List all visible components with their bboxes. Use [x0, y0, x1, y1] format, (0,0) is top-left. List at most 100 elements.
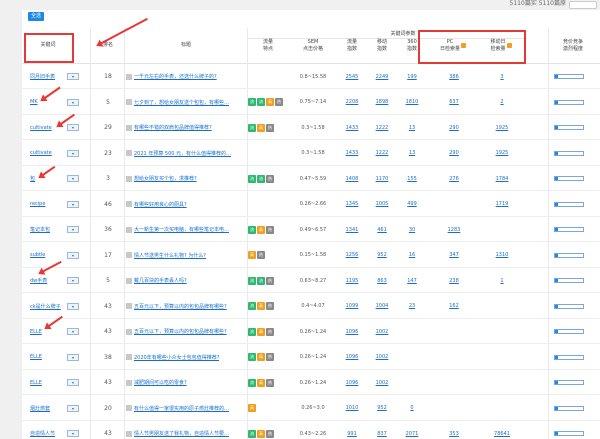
keyword-link[interactable]: ELLE — [30, 370, 72, 395]
feature-tag[interactable]: 流 — [257, 276, 265, 285]
feature-tag[interactable]: 高 — [257, 225, 265, 234]
title-link[interactable]: 2021 年预算 500 元，有什么值得推荐的… — [134, 150, 231, 157]
index-360-link[interactable]: 16 — [398, 243, 426, 268]
feature-tag[interactable]: 热 — [257, 251, 265, 259]
mobile-daily-link[interactable]: 1784 — [488, 166, 516, 191]
mobile-daily-link[interactable]: 2 — [488, 90, 516, 115]
index-360-link[interactable]: 13 — [398, 141, 426, 166]
flow-index-link[interactable]: 1096 — [338, 370, 366, 395]
keyword-action-select[interactable]: ▾ — [67, 200, 79, 208]
feature-tag[interactable]: 高 — [248, 404, 256, 412]
index-360-link[interactable]: 23 — [398, 294, 426, 319]
feature-tag[interactable]: 热 — [266, 174, 274, 183]
feature-tag[interactable]: 高 — [257, 429, 265, 438]
keyword-action-select[interactable]: ▾ — [67, 353, 79, 361]
flow-index-link[interactable]: 2208 — [338, 90, 366, 115]
title-link[interactable]: 戴几百块的手表丢人吗? — [134, 277, 187, 284]
title-link[interactable]: 有什么值得一家很实用的原子燃灶推荐的… — [134, 405, 229, 412]
feature-tag[interactable]: 高 — [257, 327, 265, 336]
mobile-daily-link[interactable] — [488, 345, 516, 370]
feature-tag[interactable]: 高 — [257, 353, 265, 361]
keyword-link[interactable]: recipe — [30, 192, 72, 217]
feature-tag[interactable]: 流 — [248, 378, 256, 387]
pc-daily-link[interactable] — [440, 345, 468, 370]
flow-index-link[interactable]: 1256 — [338, 243, 366, 268]
title-link[interactable]: 大一新生第一次买电脑，有哪些笔记本电… — [134, 226, 229, 233]
index-360-link[interactable]: 155 — [398, 166, 426, 191]
index-360-link[interactable]: 0 — [398, 396, 426, 421]
feature-tag[interactable]: 流 — [248, 353, 256, 361]
keyword-link[interactable]: 自造情人节 — [30, 421, 72, 439]
keyword-action-select[interactable]: ▾ — [67, 430, 79, 437]
title-link[interactable]: 一千元左右的手表，还选什么牌子的? — [134, 73, 217, 80]
index-360-link[interactable]: 13 — [398, 115, 426, 140]
pc-daily-link[interactable]: 637 — [440, 90, 468, 115]
keyword-link[interactable]: subtle — [30, 243, 72, 268]
title-link[interactable]: 2020年有哪些小众女士包包值得推荐? — [134, 354, 219, 361]
feature-tag[interactable]: 热 — [266, 353, 274, 361]
mobile-daily-link[interactable]: 3 — [488, 64, 516, 89]
title-link[interactable]: 五百元以下，预算以内的包包品牌有哪些? — [134, 303, 227, 310]
flow-index-link[interactable]: 1096 — [338, 319, 366, 344]
pc-daily-link[interactable]: 290 — [440, 141, 468, 166]
title-link[interactable]: 情人节男朋友送了我礼物，自造情人节要… — [134, 430, 229, 437]
mobile-index-link[interactable]: 1222 — [368, 141, 396, 166]
mobile-daily-link[interactable] — [488, 319, 516, 344]
flow-index-link[interactable]: 1408 — [338, 166, 366, 191]
feature-tag[interactable]: 高 — [266, 98, 274, 106]
keyword-action-select[interactable]: ▾ — [67, 379, 79, 386]
title-link[interactable]: 想给女朋友买个包，求推荐? — [134, 175, 197, 182]
keyword-action-select[interactable]: ▾ — [67, 73, 79, 80]
feature-tag[interactable]: 流 — [248, 429, 256, 438]
feature-tag[interactable]: 热 — [266, 302, 274, 310]
keyword-link[interactable]: ELLE — [30, 345, 72, 370]
feature-tag[interactable]: 热 — [266, 276, 274, 285]
feature-tag[interactable]: 流 — [248, 98, 256, 106]
keyword-action-select[interactable]: ▾ — [67, 98, 79, 106]
pc-daily-link[interactable]: 386 — [440, 64, 468, 89]
mobile-daily-link[interactable] — [488, 217, 516, 242]
flow-index-link[interactable]: 991 — [338, 421, 366, 439]
mobile-index-link[interactable]: 1002 — [368, 370, 396, 395]
mobile-daily-link[interactable]: 1925 — [488, 115, 516, 140]
keyword-action-select[interactable]: ▾ — [67, 226, 79, 233]
index-360-link[interactable]: 1810 — [398, 90, 426, 115]
feature-tag[interactable]: 高 — [257, 302, 265, 310]
feature-tag[interactable]: 热 — [266, 225, 274, 234]
mobile-daily-link[interactable] — [488, 396, 516, 421]
mobile-daily-link[interactable] — [488, 294, 516, 319]
title-link[interactable]: 情人节送男生什么礼物? 为什么? — [134, 252, 206, 259]
feature-tag[interactable]: 流 — [248, 225, 256, 234]
index-360-link[interactable] — [398, 370, 426, 395]
flow-index-link[interactable]: 1096 — [338, 345, 366, 370]
feature-tag[interactable]: 热 — [266, 327, 274, 336]
flow-index-link[interactable]: 1010 — [338, 396, 366, 421]
mobile-index-link[interactable]: 461 — [368, 217, 396, 242]
index-360-link[interactable]: 499 — [398, 192, 426, 217]
flow-index-link[interactable]: 1341 — [338, 217, 366, 242]
feature-tag[interactable]: 高 — [248, 251, 256, 259]
pc-daily-link[interactable]: 238 — [440, 268, 468, 293]
mobile-daily-link[interactable]: 78641 — [488, 421, 516, 439]
mobile-index-link[interactable]: 1005 — [368, 192, 396, 217]
title-link[interactable]: 七夕到了，想给女朋友送个包包，有哪些… — [134, 99, 229, 106]
feature-tag[interactable]: 流 — [248, 302, 256, 310]
pc-daily-link[interactable]: 162 — [440, 294, 468, 319]
keyword-link[interactable]: 笔记本包 — [30, 217, 72, 242]
keyword-link[interactable]: 同月旧手表 — [30, 64, 72, 89]
mobile-index-link[interactable]: 1170 — [368, 166, 396, 191]
feature-tag[interactable]: 高 — [257, 378, 265, 387]
flow-index-link[interactable]: 1099 — [338, 294, 366, 319]
keyword-action-select[interactable]: ▾ — [67, 404, 79, 412]
keyword-action-select[interactable]: ▾ — [67, 302, 79, 310]
keyword-link[interactable]: ck是什么牌子 — [30, 294, 72, 319]
feature-tag[interactable]: 流 — [248, 276, 256, 285]
feature-tag[interactable]: 流 — [248, 327, 256, 336]
mobile-index-link[interactable]: 863 — [368, 268, 396, 293]
feature-tag[interactable]: 高 — [257, 123, 265, 132]
pc-daily-link[interactable] — [440, 319, 468, 344]
title-link[interactable]: 有哪些好用良心的厨具? — [134, 201, 187, 208]
flow-index-link[interactable]: 2545 — [338, 64, 366, 89]
mobile-index-link[interactable]: 1222 — [368, 115, 396, 140]
mobile-index-link[interactable]: 837 — [368, 421, 396, 439]
